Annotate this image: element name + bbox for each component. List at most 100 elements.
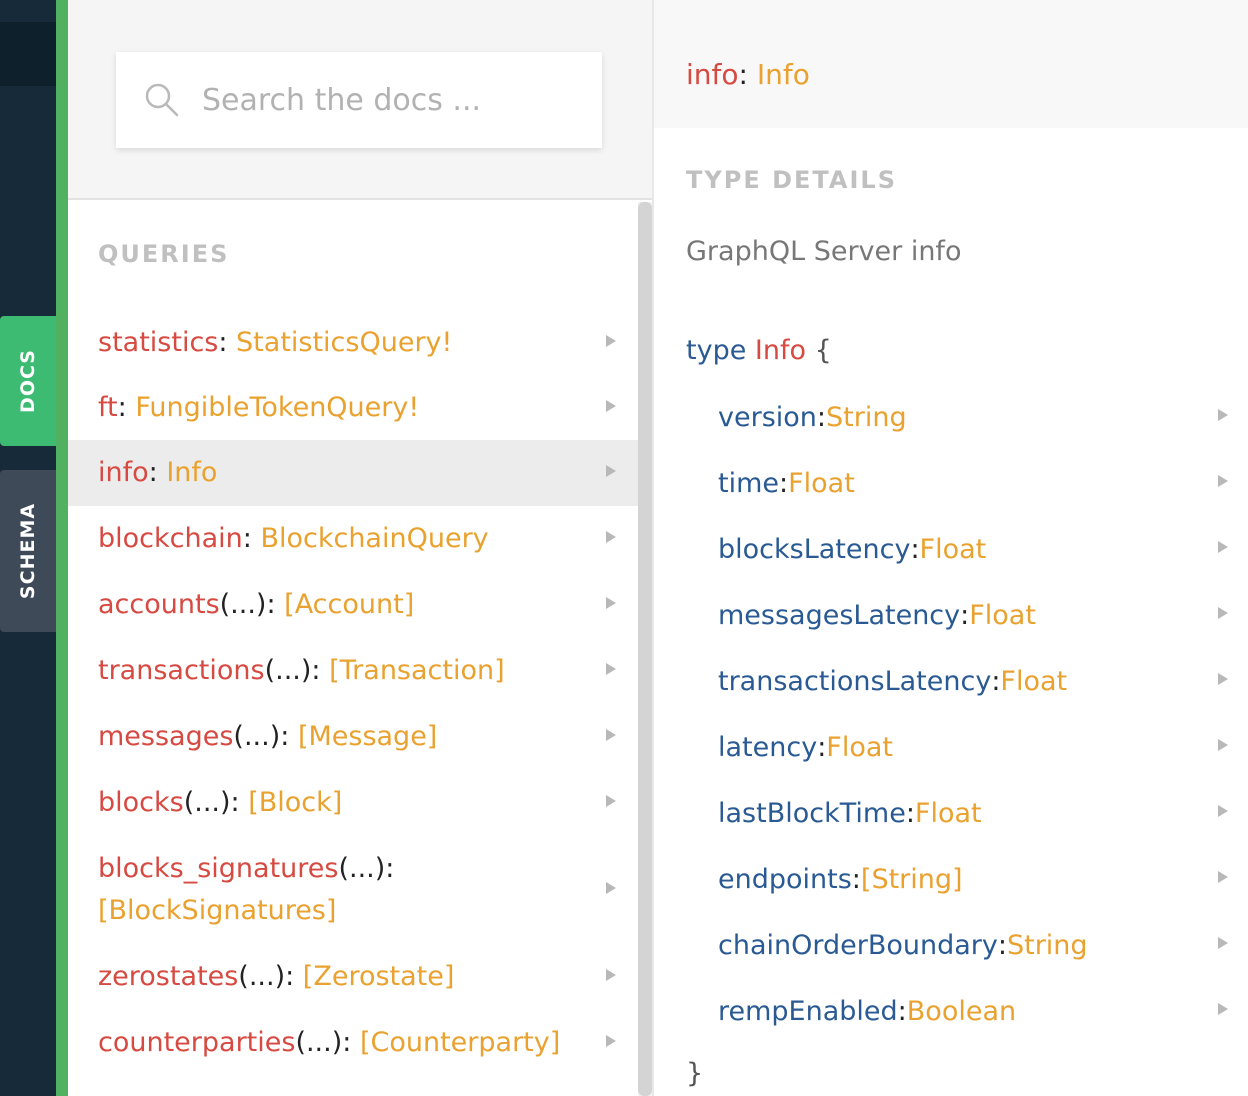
type-field-type[interactable]: Boolean <box>907 996 1016 1027</box>
query-item-ft[interactable]: ft: FungibleTokenQuery! <box>68 376 638 440</box>
type-field-colon: : <box>817 731 827 763</box>
open-brace: { <box>814 335 832 366</box>
expand-arrow-icon <box>606 729 616 741</box>
query-colon: : <box>285 961 303 992</box>
query-colon: : <box>117 392 136 423</box>
query-colon: : <box>148 457 167 488</box>
type-field-type[interactable]: Float <box>1000 666 1067 697</box>
type-field-blocksLatency[interactable]: blocksLatency: Float <box>654 516 1248 582</box>
type-field-lastBlockTime[interactable]: lastBlockTime: Float <box>654 780 1248 846</box>
expand-arrow-icon <box>1218 871 1228 883</box>
docs-panel-accent <box>56 0 68 1096</box>
query-field-type[interactable]: [Transaction] <box>329 655 505 686</box>
detail-field-name: info <box>686 58 739 91</box>
type-field-transactionsLatency[interactable]: transactionsLatency: Float <box>654 648 1248 714</box>
type-field-colon: : <box>991 665 1001 697</box>
query-item-info[interactable]: info: Info <box>68 440 638 506</box>
type-field-time[interactable]: time: Float <box>654 450 1248 516</box>
type-field-name: messagesLatency <box>718 599 961 631</box>
type-field-chainOrderBoundary[interactable]: chainOrderBoundary: String <box>654 912 1248 978</box>
type-field-colon: : <box>897 995 907 1027</box>
query-colon: : <box>230 787 249 818</box>
detail-header: info: Info <box>654 0 1248 128</box>
search-box[interactable] <box>116 52 602 148</box>
expand-arrow-icon <box>1218 937 1228 949</box>
tab-schema-label: SCHEMA <box>17 502 39 600</box>
query-field-type[interactable]: BlockchainQuery <box>260 523 488 554</box>
query-field-type[interactable]: [Message] <box>298 721 437 752</box>
expand-arrow-icon <box>606 400 616 412</box>
query-args: (...) <box>233 721 281 752</box>
type-field-type[interactable]: Float <box>920 534 987 565</box>
expand-arrow-icon <box>606 1035 616 1047</box>
type-field-colon: : <box>779 467 789 499</box>
query-field-type[interactable]: [Block] <box>248 787 342 818</box>
query-item-blockchain[interactable]: blockchain: BlockchainQuery <box>68 506 638 572</box>
query-field-name: counterparties <box>98 1027 296 1058</box>
query-field-name: ft <box>98 392 118 423</box>
scrollbar-thumb[interactable] <box>638 202 652 1096</box>
type-field-type[interactable]: String <box>1007 930 1088 961</box>
search-input[interactable] <box>202 76 582 124</box>
query-field-type[interactable]: [Counterparty] <box>360 1027 560 1058</box>
query-colon: : <box>266 589 285 620</box>
query-field-type[interactable]: Info <box>166 457 217 488</box>
query-item-messages[interactable]: messages(...): [Message] <box>68 704 638 770</box>
query-colon: : <box>385 853 395 884</box>
query-colon: : <box>311 655 330 686</box>
query-args: (...) <box>338 853 386 884</box>
type-field-type[interactable]: Float <box>915 798 982 829</box>
type-field-rempEnabled[interactable]: rempEnabled: Boolean <box>654 978 1248 1044</box>
type-field-endpoints[interactable]: endpoints: [String] <box>654 846 1248 912</box>
search-icon <box>145 83 179 117</box>
type-field-latency[interactable]: latency: Float <box>654 714 1248 780</box>
query-field-name: blockchain <box>98 523 243 554</box>
query-item-text: blocks_signatures(...): [BlockSignatures… <box>98 848 394 932</box>
query-field-type[interactable]: [BlockSignatures] <box>98 895 336 926</box>
type-field-type[interactable]: Float <box>788 468 855 499</box>
query-item-text: blockchain: BlockchainQuery <box>98 518 489 560</box>
expand-arrow-icon <box>1218 475 1228 487</box>
query-field-name: statistics <box>98 327 219 358</box>
type-detail-pane: info: Info TYPE DETAILS GraphQL Server i… <box>654 0 1248 1096</box>
query-item-blocks-signatures[interactable]: blocks_signatures(...): [BlockSignatures… <box>68 836 638 944</box>
query-item-blocks[interactable]: blocks(...): [Block] <box>68 770 638 836</box>
expand-arrow-icon <box>606 465 616 477</box>
search-area <box>68 0 652 200</box>
query-item-counterparties[interactable]: counterparties(...): [Counterparty] <box>68 1010 638 1076</box>
query-field-name: transactions <box>98 655 265 686</box>
query-item-accounts[interactable]: accounts(...): [Account] <box>68 572 638 638</box>
query-args: (...) <box>238 961 286 992</box>
type-field-type[interactable]: [String] <box>861 864 963 895</box>
query-field-type[interactable]: StatisticsQuery! <box>236 327 452 358</box>
type-field-type[interactable]: Float <box>969 600 1036 631</box>
detail-field-type[interactable]: Info <box>757 58 810 91</box>
type-field-version[interactable]: version: String <box>654 384 1248 450</box>
type-field-type[interactable]: Float <box>826 732 893 763</box>
type-field-colon: : <box>905 797 915 829</box>
tab-schema[interactable]: SCHEMA <box>0 470 56 632</box>
query-args: (...) <box>264 655 312 686</box>
tab-docs[interactable]: DOCS <box>0 316 56 446</box>
query-field-type[interactable]: [Zerostate] <box>303 961 455 992</box>
query-item-text: statistics: StatisticsQuery! <box>98 322 452 364</box>
query-field-type[interactable]: FungibleTokenQuery! <box>135 392 419 423</box>
type-field-name: chainOrderBoundary <box>718 929 998 961</box>
query-item-zerostates[interactable]: zerostates(...): [Zerostate] <box>68 944 638 1010</box>
query-item-text: info: Info <box>98 452 217 494</box>
expand-arrow-icon <box>606 969 616 981</box>
query-field-name: messages <box>98 721 234 752</box>
type-field-type[interactable]: String <box>826 402 907 433</box>
close-brace: } <box>686 1058 704 1089</box>
type-field-messagesLatency[interactable]: messagesLatency: Float <box>654 582 1248 648</box>
query-item-transactions[interactable]: transactions(...): [Transaction] <box>68 638 638 704</box>
expand-arrow-icon <box>1218 805 1228 817</box>
query-args: (...) <box>295 1027 343 1058</box>
query-colon: : <box>342 1027 360 1058</box>
type-keyword: type <box>686 335 747 366</box>
query-item-statistics[interactable]: statistics: StatisticsQuery! <box>68 310 638 376</box>
type-field-colon: : <box>851 863 861 895</box>
query-field-name: blocks_signatures <box>98 853 339 884</box>
expand-arrow-icon <box>606 663 616 675</box>
query-field-type[interactable]: [Account] <box>284 589 414 620</box>
